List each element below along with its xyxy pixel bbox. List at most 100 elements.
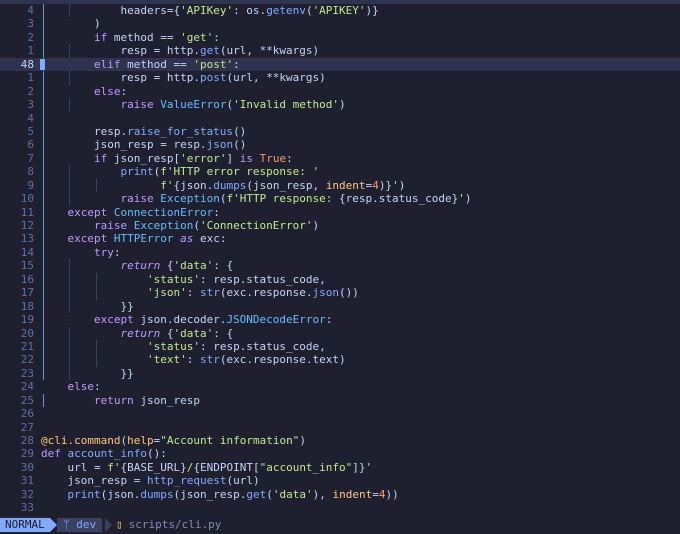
- code-token: return: [41, 393, 134, 407]
- code-token: (): [233, 138, 247, 152]
- code-line[interactable]: 17 'json': str(exc.response.json()): [0, 286, 680, 300]
- code-line[interactable]: 14 try:: [0, 245, 680, 260]
- code-line[interactable]: 3 raise ValueError('Invalid method'): [0, 98, 680, 112]
- code-text: return {'data': {: [41, 259, 233, 272]
- code-line[interactable]: 12 raise Exception('ConnectionError'): [0, 219, 680, 233]
- code-line[interactable]: 19 except json.decoder.JSONDecodeError:: [0, 313, 680, 327]
- code-line[interactable]: 32 print(json.dumps(json_resp.get('data'…: [0, 488, 680, 501]
- code-text: def account_info():: [41, 447, 167, 460]
- code-line[interactable]: 9 f'{json.dumps(json_resp, indent=4)}'): [0, 178, 680, 193]
- code-token: )}: [378, 178, 393, 192]
- code-line[interactable]: 2 else:: [0, 84, 680, 99]
- code-line[interactable]: 2 if method == 'get':: [0, 30, 680, 45]
- code-line[interactable]: 4: [0, 111, 680, 125]
- line-number: 19: [20, 313, 34, 327]
- code-line[interactable]: 20 return {'data': {: [0, 326, 680, 340]
- code-token: get: [246, 487, 267, 501]
- branch-name: dev: [76, 518, 97, 531]
- code-line[interactable]: 31 json_resp = http_request(url): [0, 474, 680, 487]
- code-token: {resp.status_code}: [339, 192, 459, 206]
- line-number: 14: [20, 245, 34, 259]
- code-line[interactable]: 7 if json_resp['error'] is True:: [0, 151, 680, 166]
- code-line[interactable]: 26: [0, 407, 680, 420]
- code-line[interactable]: 21 'status': resp.status_code,: [0, 339, 680, 354]
- code-line[interactable]: 4 headers={'APIKey': os.getenv('APIKEY')…: [0, 4, 680, 18]
- line-number: 13: [20, 232, 34, 246]
- code-token: return: [41, 326, 161, 340]
- code-token: resp.: [41, 124, 128, 138]
- line-number: 3: [27, 98, 34, 112]
- code-line[interactable]: 15 return {'data': {: [0, 259, 680, 273]
- code-token: )}: [365, 4, 379, 17]
- code-line[interactable]: 1 resp = http.get(url, **kwargs): [0, 44, 680, 58]
- code-line[interactable]: 8 print(f'HTTP error response: ': [0, 165, 680, 179]
- line-number: 21: [20, 339, 34, 353]
- code-token: dumps: [140, 487, 174, 501]
- code-text: print(f'HTTP error response: ': [41, 165, 319, 178]
- code-token: (json_resp,: [246, 178, 326, 192]
- code-token: 'data': [173, 259, 214, 273]
- code-token: (exc.response.: [219, 286, 313, 300]
- code-token: getenv: [266, 4, 306, 17]
- code-token: exc:: [193, 232, 227, 246]
- code-line[interactable]: 25 return json_resp: [0, 393, 680, 408]
- code-line[interactable]: 33: [0, 501, 680, 514]
- code-token: ': [392, 178, 399, 192]
- line-number: 4: [27, 4, 34, 17]
- code-token: :: [213, 205, 220, 219]
- code-line[interactable]: 1 resp = http.post(url, **kwargs): [0, 71, 680, 85]
- code-line[interactable]: 29 def account_info():: [0, 447, 680, 460]
- code-text: ): [41, 17, 101, 30]
- code-token: (json_resp.: [173, 487, 247, 501]
- indent-guide: [43, 111, 44, 125]
- code-line[interactable]: 3 ): [0, 17, 680, 31]
- code-line[interactable]: 6 json_resp = resp.json(): [0, 138, 680, 152]
- code-token: ),: [312, 487, 333, 501]
- code-line[interactable]: 18 }}: [0, 299, 680, 314]
- code-token: str: [199, 286, 220, 300]
- code-token: f'HTTP response:: [226, 192, 340, 206]
- code-token: Exception: [133, 219, 194, 232]
- code-line[interactable]: 16 'status': resp.status_code,: [0, 272, 680, 287]
- code-token: resp = http.: [41, 71, 200, 85]
- code-line[interactable]: 13 except HTTPError as exc:: [0, 232, 680, 246]
- code-token: except: [41, 313, 134, 327]
- line-number: 30: [20, 460, 34, 474]
- line-number: 17: [20, 286, 34, 300]
- code-line[interactable]: 30 url = f'{BASE_URL}/{ENDPOINT["account…: [0, 461, 680, 474]
- code-line[interactable]: 22 'text': str(exc.response.text): [0, 353, 680, 367]
- code-line[interactable]: 10 raise Exception(f'HTTP response: {res…: [0, 192, 680, 206]
- file-path: scripts/cli.py: [128, 518, 222, 531]
- code-token: str: [199, 353, 220, 367]
- code-editor[interactable]: 4 headers={'APIKey': os.getenv('APIKEY')…: [0, 4, 680, 516]
- git-branch: ᛘ dev: [57, 518, 103, 532]
- code-token: def: [41, 447, 68, 461]
- line-number: 2: [27, 84, 34, 98]
- code-token: except: [41, 205, 114, 219]
- line-number: 48: [20, 57, 34, 71]
- code-token: (exc.response.text): [219, 353, 346, 367]
- code-text: resp.raise_for_status(): [41, 125, 246, 138]
- code-token: (url): [226, 474, 260, 488]
- code-line[interactable]: 28 @cli.command(help="Account information…: [0, 434, 680, 447]
- code-token: :: [93, 380, 101, 394]
- code-token: if: [41, 30, 108, 44]
- code-line[interactable]: 24 else:: [0, 380, 680, 393]
- line-number: 4: [27, 111, 34, 125]
- code-line[interactable]: 5 resp.raise_for_status(): [0, 124, 680, 139]
- code-line-current[interactable]: 48 elif method == 'post':: [0, 57, 680, 72]
- code-line[interactable]: 27: [0, 421, 680, 434]
- line-number: 10: [20, 192, 34, 206]
- code-line[interactable]: 11 except ConnectionError:: [0, 205, 680, 219]
- code-token: :: [286, 151, 293, 165]
- line-number: 29: [20, 447, 34, 461]
- line-number: 2: [27, 30, 34, 44]
- code-token: :: [186, 286, 200, 300]
- code-line[interactable]: 23 }}: [0, 366, 680, 381]
- code-token: print: [41, 487, 101, 501]
- code-token: raise_for_status: [127, 124, 234, 138]
- file-name[interactable]: ▯ scripts/cli.py: [116, 516, 221, 534]
- code-token: 'error': [180, 151, 227, 165]
- code-token: 'APIKey': [180, 4, 234, 17]
- code-text: else:: [41, 380, 101, 394]
